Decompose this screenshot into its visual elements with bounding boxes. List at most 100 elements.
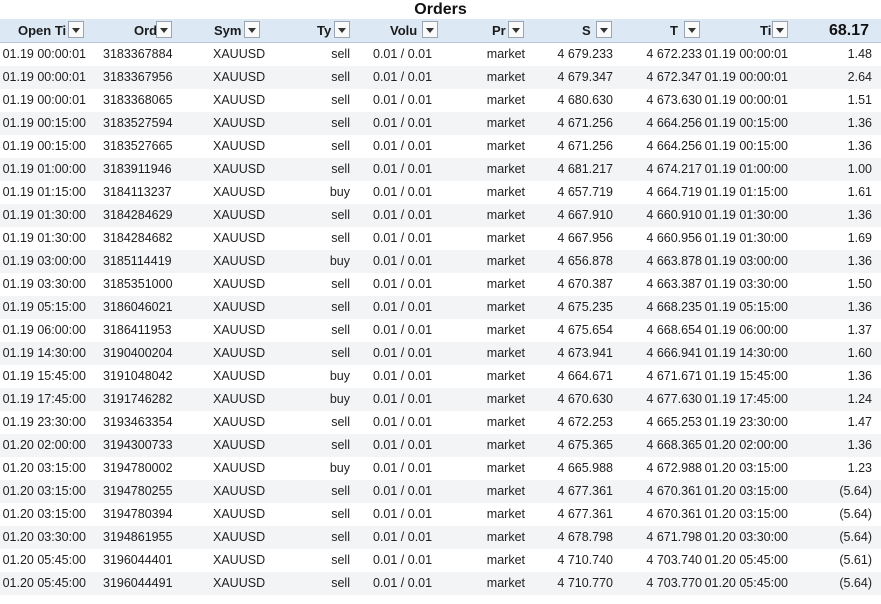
cell-volume: 0.01 / 0.01 <box>373 461 433 475</box>
filter-price-dropdown-icon[interactable] <box>508 21 524 38</box>
cell-type: sell <box>331 576 350 590</box>
cell-sl: 4 677.361 <box>557 507 613 521</box>
table-row[interactable]: 01.19 01:30:00 3184284682 XAUUSD sell 0.01 /… <box>0 227 881 250</box>
sheet-title: Orders <box>414 1 467 18</box>
cell-profit: 1.36 <box>847 300 872 314</box>
filter-close-time-dropdown-icon[interactable] <box>772 21 788 38</box>
filter-tp-dropdown-icon[interactable] <box>684 21 700 38</box>
cell-sl: 4 677.361 <box>557 484 613 498</box>
table-row[interactable]: 01.20 05:45:00 3196044491 XAUUSD sell 0.01 /… <box>0 572 881 595</box>
cell-sl: 4 670.387 <box>557 277 613 291</box>
table-row[interactable]: 01.19 05:15:00 3186046021 XAUUSD sell 0.01 /… <box>0 296 881 319</box>
filter-order-dropdown-icon[interactable] <box>156 21 172 38</box>
table-row[interactable]: 01.19 00:00:01 3183367884 XAUUSD sell 0.01 /… <box>0 43 881 66</box>
filter-type-dropdown-icon[interactable] <box>334 21 350 38</box>
cell-symbol: XAUUSD <box>213 507 266 521</box>
cell-type: buy <box>329 461 350 475</box>
cell-profit: 1.36 <box>847 438 872 452</box>
table-row[interactable]: 01.19 00:15:00 3183527594 XAUUSD sell 0.01 /… <box>0 112 881 135</box>
cell-symbol: XAUUSD <box>213 461 266 475</box>
cell-type: sell <box>331 553 350 567</box>
header-close-time: Ti <box>716 19 794 42</box>
cell-profit: (5.64) <box>839 530 872 544</box>
cell-price: market <box>486 185 525 199</box>
cell-order: 3183527594 <box>103 116 173 130</box>
cell-symbol: XAUUSD <box>213 438 266 452</box>
table-row[interactable]: 01.19 23:30:00 3193463354 XAUUSD sell 0.01 /… <box>0 411 881 434</box>
cell-price: market <box>486 162 525 176</box>
cell-volume: 0.01 / 0.01 <box>373 553 433 567</box>
cell-close-time: 01.19 00:15:00 <box>704 116 788 130</box>
cell-close-time: 01.20 03:15:00 <box>704 484 788 498</box>
filter-open-time-dropdown-icon[interactable] <box>68 21 84 38</box>
table-row[interactable]: 01.19 06:00:00 3186411953 XAUUSD sell 0.01 /… <box>0 319 881 342</box>
cell-symbol: XAUUSD <box>213 415 266 429</box>
table-row[interactable]: 01.19 01:30:00 3184284629 XAUUSD sell 0.01 /… <box>0 204 881 227</box>
cell-order: 3190400204 <box>103 346 173 360</box>
cell-close-time: 01.19 00:00:01 <box>704 70 788 84</box>
table-row[interactable]: 01.20 03:15:00 3194780002 XAUUSD buy 0.01 / … <box>0 457 881 480</box>
cell-close-time: 01.19 14:30:00 <box>704 346 788 360</box>
table-row[interactable]: 01.19 14:30:00 3190400204 XAUUSD sell 0.01 /… <box>0 342 881 365</box>
cell-sl: 4 671.256 <box>557 116 613 130</box>
table-row[interactable]: 01.19 00:00:01 3183368065 XAUUSD sell 0.01 /… <box>0 89 881 112</box>
cell-order: 3194780255 <box>103 484 173 498</box>
cell-type: sell <box>331 507 350 521</box>
cell-open-time: 01.19 00:00:01 <box>2 93 86 107</box>
cell-order: 3183367956 <box>103 70 173 84</box>
table-row[interactable]: 01.19 17:45:00 3191746282 XAUUSD buy 0.01 / … <box>0 388 881 411</box>
cell-sl: 4 667.910 <box>557 208 613 222</box>
cell-sl: 4 671.256 <box>557 139 613 153</box>
cell-close-time: 01.19 15:45:00 <box>704 369 788 383</box>
cell-price: market <box>486 484 525 498</box>
table-row[interactable]: 01.19 15:45:00 3191048042 XAUUSD buy 0.01 / … <box>0 365 881 388</box>
cell-order: 3194861955 <box>103 530 173 544</box>
table-row[interactable]: 01.19 03:00:00 3185114419 XAUUSD buy 0.01 / … <box>0 250 881 273</box>
cell-order: 3186411953 <box>103 323 172 337</box>
cell-close-time: 01.19 00:00:01 <box>704 47 788 61</box>
table-row[interactable]: 01.19 01:00:00 3183911946 XAUUSD sell 0.01 /… <box>0 158 881 181</box>
header-order: Ord <box>86 19 176 42</box>
table-row[interactable]: 01.20 05:45:00 3196044401 XAUUSD sell 0.01 /… <box>0 549 881 572</box>
table-row[interactable]: 01.19 01:15:00 3184113237 XAUUSD buy 0.01 / … <box>0 181 881 204</box>
cell-symbol: XAUUSD <box>213 116 266 130</box>
cell-symbol: XAUUSD <box>213 208 266 222</box>
cell-price: market <box>486 346 525 360</box>
cell-profit: 1.24 <box>847 392 872 406</box>
cell-close-time: 01.19 17:45:00 <box>704 392 788 406</box>
table-row[interactable]: 01.19 00:15:00 3183527665 XAUUSD sell 0.01 /… <box>0 135 881 158</box>
cell-sl: 4 675.365 <box>557 438 613 452</box>
cell-sl: 4 656.878 <box>557 254 613 268</box>
table-row[interactable]: 01.20 03:15:00 3194780255 XAUUSD sell 0.01 /… <box>0 480 881 503</box>
table-row[interactable]: 01.20 03:30:00 3194861955 XAUUSD sell 0.01 /… <box>0 526 881 549</box>
table-row[interactable]: 01.20 03:15:00 3194780394 XAUUSD sell 0.01 /… <box>0 503 881 526</box>
filter-sl-dropdown-icon[interactable] <box>596 21 612 38</box>
filter-symbol-dropdown-icon[interactable] <box>244 21 260 38</box>
cell-open-time: 01.19 01:30:00 <box>2 208 86 222</box>
cell-order: 3194300733 <box>103 438 173 452</box>
cell-profit: 1.47 <box>847 415 872 429</box>
cell-sl: 4 675.654 <box>557 323 613 337</box>
cell-type: sell <box>331 208 350 222</box>
cell-close-time: 01.20 05:45:00 <box>704 553 788 567</box>
profit-total: 68.17 <box>828 22 869 39</box>
header-price-label: Pr <box>492 23 506 38</box>
filter-volume-dropdown-icon[interactable] <box>422 21 438 38</box>
cell-type: sell <box>331 438 350 452</box>
cell-volume: 0.01 / 0.01 <box>373 70 433 84</box>
cell-sl: 4 673.941 <box>557 346 613 360</box>
cell-close-time: 01.20 02:00:00 <box>704 438 788 452</box>
cell-profit: 1.50 <box>847 277 872 291</box>
table-row[interactable]: 01.19 03:30:00 3185351000 XAUUSD sell 0.01 /… <box>0 273 881 296</box>
cell-close-time: 01.19 01:30:00 <box>704 231 788 245</box>
cell-close-time: 01.19 00:15:00 <box>704 139 788 153</box>
cell-close-time: 01.19 06:00:00 <box>704 323 788 337</box>
cell-order: 3183911946 <box>103 162 172 176</box>
cell-price: market <box>486 392 525 406</box>
table-row[interactable]: 01.19 00:00:01 3183367956 XAUUSD sell 0.01 /… <box>0 66 881 89</box>
cell-volume: 0.01 / 0.01 <box>373 254 433 268</box>
cell-open-time: 01.19 01:30:00 <box>2 231 86 245</box>
table-row[interactable]: 01.20 02:00:00 3194300733 XAUUSD sell 0.01 /… <box>0 434 881 457</box>
cell-volume: 0.01 / 0.01 <box>373 93 433 107</box>
cell-order: 3184284629 <box>103 208 173 222</box>
